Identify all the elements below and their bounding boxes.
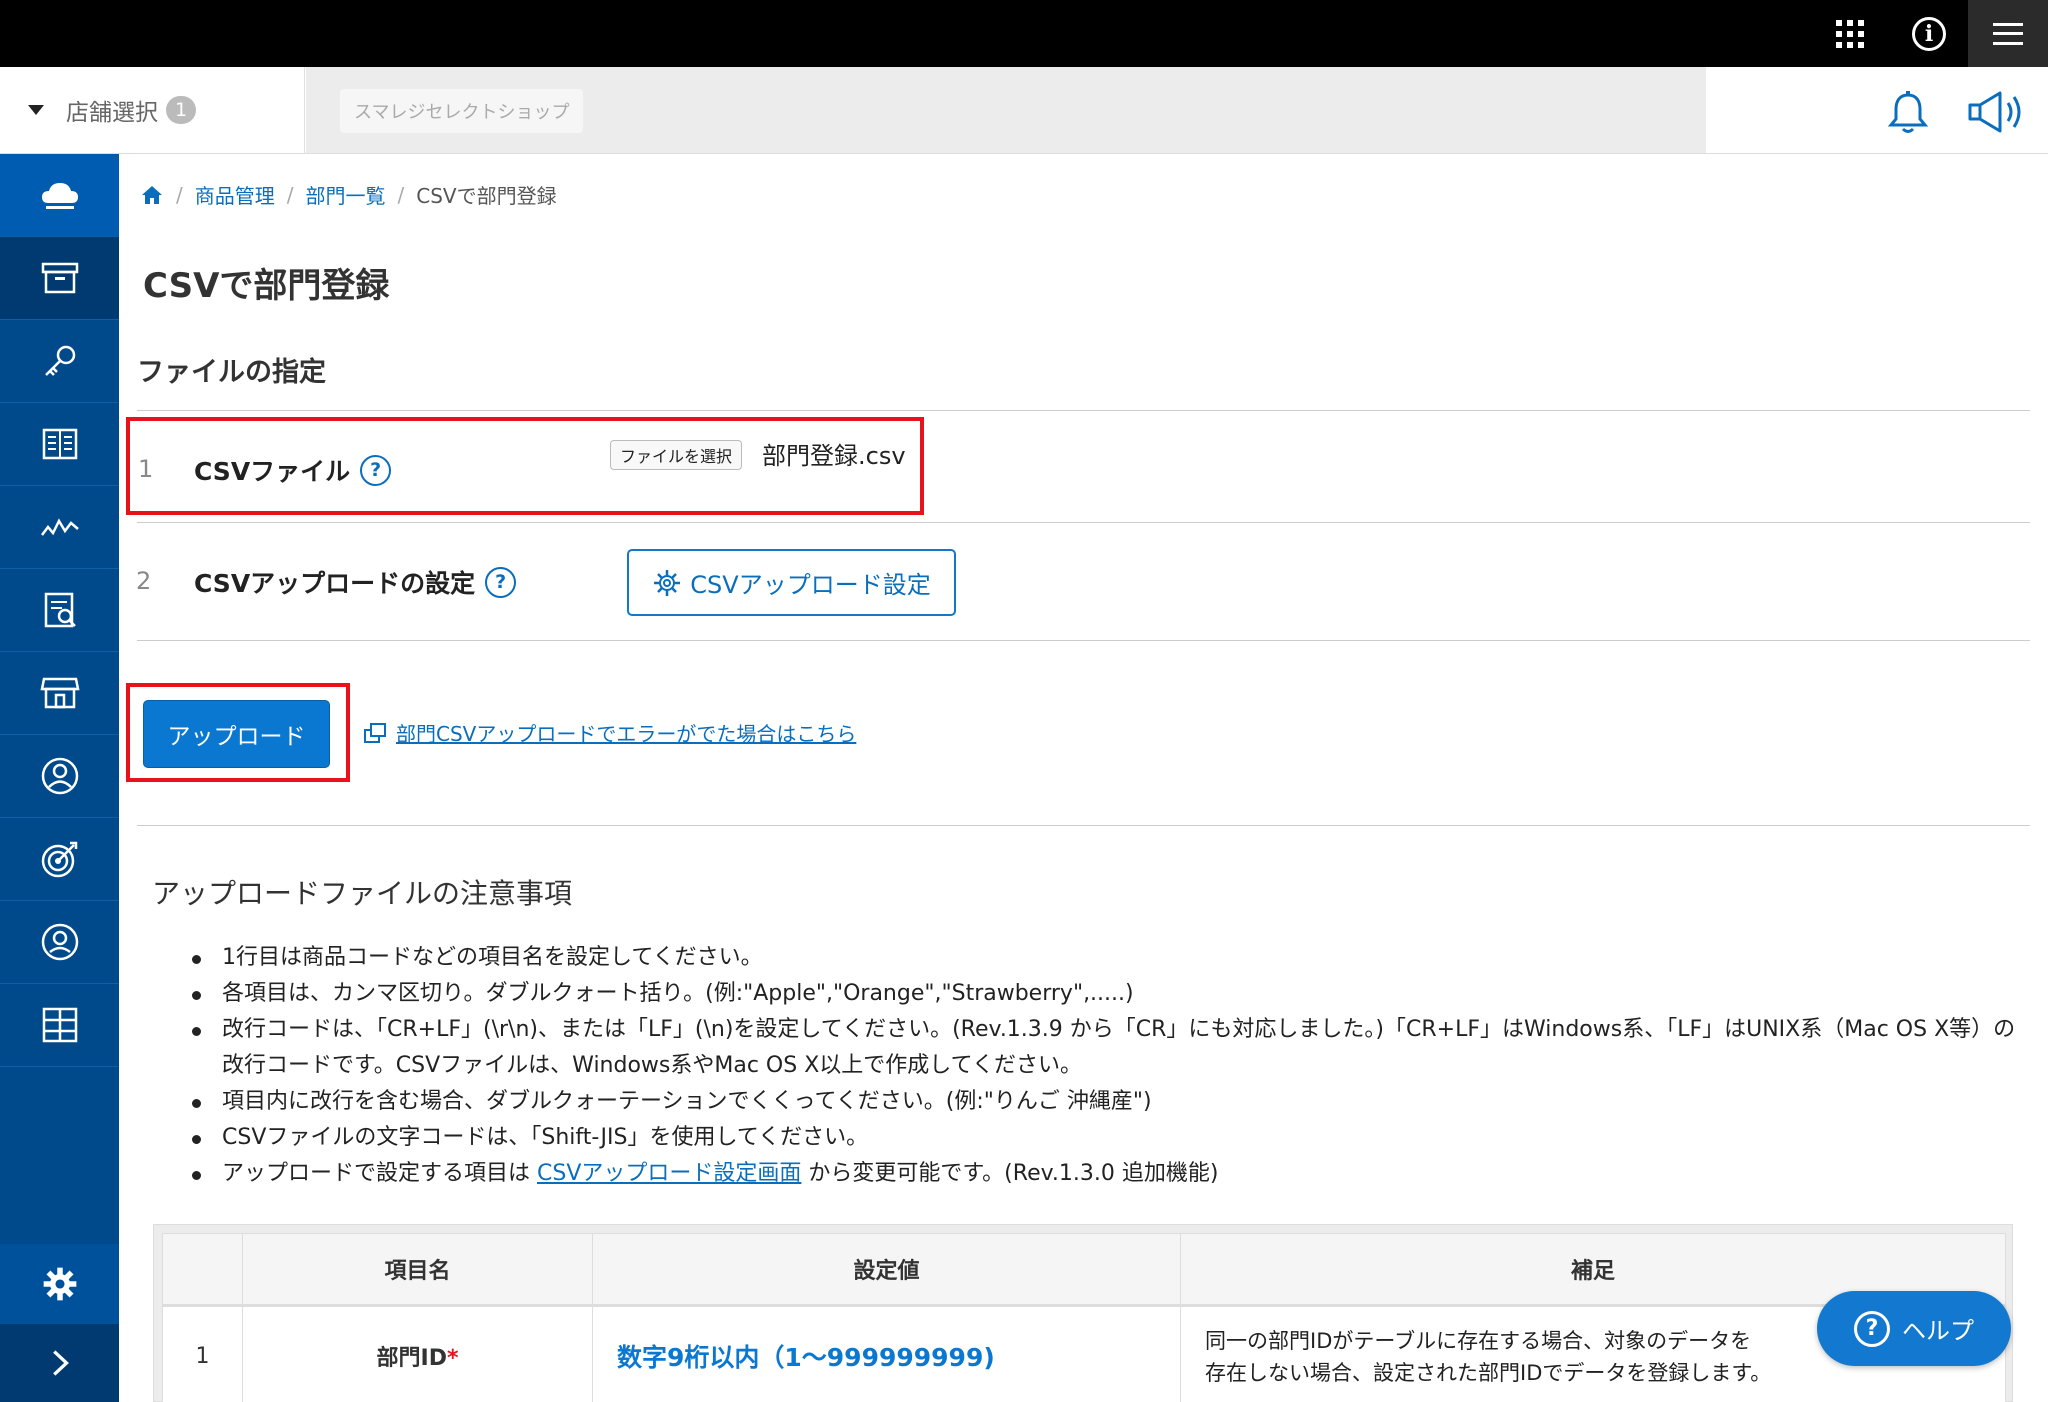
book-icon[interactable] <box>0 403 119 486</box>
archive-box-icon[interactable] <box>0 237 119 320</box>
help-button-label: ヘルプ <box>1902 1317 1974 1345</box>
csv-upload-setting-link[interactable]: CSVアップロード設定画面 <box>537 1161 801 1186</box>
breadcrumb: / 商品管理 / 部門一覧 / CSVで部門登録 <box>140 180 557 209</box>
csv-upload-setting-button-label: CSVアップロード設定 <box>690 571 931 599</box>
help-question-icon: ? <box>1854 1310 1890 1347</box>
store-icon[interactable] <box>0 652 119 735</box>
csv-upload-setting-label-text: CSVアップロードの設定 <box>194 569 476 598</box>
line-chart-icon[interactable] <box>0 486 119 569</box>
required-mark: * <box>446 1346 459 1371</box>
help-question-icon[interactable]: ? <box>485 566 517 598</box>
megaphone-icon[interactable] <box>1966 87 2028 137</box>
field-table: 項目名 設定値 補足 1 部門ID* 数字9桁以内（1〜999999999) 同… <box>162 1233 2006 1402</box>
csv-upload-setting-button[interactable]: CSVアップロード設定 <box>627 549 956 616</box>
highlight-box <box>126 683 350 782</box>
breadcrumb-separator: / <box>286 182 294 207</box>
notes-list: 1行目は商品コードなどの項目名を設定してください。 各項目は、カンマ区切り。ダブ… <box>190 940 2020 1192</box>
note-suffix: から変更可能です。(Rev.1.3.0 追加機能) <box>801 1161 1219 1186</box>
breadcrumb-separator: / <box>397 182 405 207</box>
cloud-icon[interactable] <box>0 154 119 237</box>
page-title: CSVで部門登録 <box>143 266 390 306</box>
breadcrumb-item-department-list[interactable]: 部門一覧 <box>306 180 386 209</box>
apps-grid-icon[interactable] <box>1810 0 1890 67</box>
table-cell-value: 数字9桁以内（1〜999999999) <box>592 1305 1181 1402</box>
divider <box>137 410 2030 411</box>
table-header <box>162 1233 243 1307</box>
list-item: 改行コードは、「CR+LF」(\r\n)、または「LF」(\n)を設定してくださ… <box>190 1012 2020 1084</box>
external-window-icon <box>364 722 386 743</box>
list-item: 項目内に改行を含む場合、ダブルクォーテーションでくくってください。(例:"りんご… <box>190 1084 2020 1120</box>
store-header: 店舗選択 1 スマレジセレクトショップ <box>0 67 2048 154</box>
key-icon[interactable] <box>0 320 119 403</box>
table-header-row: 項目名 設定値 補足 <box>162 1233 2006 1307</box>
list-item: 各項目は、カンマ区切り。ダブルクォート括り。(例:"Apple","Orange… <box>190 976 2020 1012</box>
apps-tile-icon[interactable] <box>0 984 119 1067</box>
notes-title: アップロードファイルの注意事項 <box>152 877 573 910</box>
divider <box>137 522 2030 523</box>
list-item: CSVファイルの文字コードは、「Shift-JIS」を使用してください。 <box>190 1120 2020 1156</box>
error-help-link[interactable]: 部門CSVアップロードでエラーがでた場合はこちら <box>363 718 856 747</box>
expand-sidebar-chevron-icon[interactable] <box>0 1324 119 1402</box>
report-icon[interactable] <box>0 569 119 652</box>
error-help-link-text[interactable]: 部門CSVアップロードでエラーがでた場合はこちら <box>396 718 856 747</box>
field-table-wrapper: 項目名 設定値 補足 1 部門ID* 数字9桁以内（1〜999999999) 同… <box>153 1224 2013 1402</box>
divider <box>137 825 2030 826</box>
shop-name-chip[interactable]: スマレジセレクトショップ <box>340 89 584 133</box>
note-prefix: アップロードで設定する項目は <box>222 1161 537 1186</box>
csv-upload-setting-label: CSVアップロードの設定 ? <box>194 564 517 600</box>
table-cell-name: 部門ID* <box>242 1305 593 1402</box>
staff-icon[interactable] <box>0 901 119 984</box>
gear-icon[interactable] <box>0 1244 119 1324</box>
sidebar <box>0 154 119 1402</box>
table-header: 項目名 <box>242 1233 593 1307</box>
breadcrumb-current: CSVで部門登録 <box>416 184 557 208</box>
store-select-dropdown[interactable]: 店舗選択 1 <box>0 67 305 153</box>
target-icon[interactable] <box>0 818 119 901</box>
gear-icon <box>654 569 681 596</box>
top-bar: i <box>0 0 2048 67</box>
section-title: ファイルの指定 <box>137 357 326 388</box>
breadcrumb-separator: / <box>176 182 183 207</box>
help-button[interactable]: ? ヘルプ <box>1817 1291 2011 1366</box>
home-icon[interactable] <box>140 184 164 206</box>
customer-icon[interactable] <box>0 735 119 818</box>
store-count-badge: 1 <box>166 96 196 124</box>
store-select-label: 店舗選択 <box>66 100 158 126</box>
list-item: アップロードで設定する項目は CSVアップロード設定画面 から変更可能です。(R… <box>190 1156 2020 1192</box>
hamburger-menu-icon[interactable] <box>1968 0 2048 67</box>
divider <box>137 640 2030 641</box>
table-cell-num: 1 <box>162 1305 243 1402</box>
row-number: 2 <box>136 567 152 595</box>
info-icon[interactable]: i <box>1889 0 1969 67</box>
highlight-box <box>126 417 924 515</box>
breadcrumb-item-products[interactable]: 商品管理 <box>195 180 275 209</box>
bell-icon[interactable] <box>1884 89 1932 137</box>
field-name: 部門ID <box>376 1346 447 1371</box>
caret-down-icon <box>28 105 44 115</box>
table-header: 設定値 <box>592 1233 1181 1307</box>
table-row: 1 部門ID* 数字9桁以内（1〜999999999) 同一の部門IDがテーブル… <box>162 1305 2006 1402</box>
list-item: 1行目は商品コードなどの項目名を設定してください。 <box>190 940 2020 976</box>
